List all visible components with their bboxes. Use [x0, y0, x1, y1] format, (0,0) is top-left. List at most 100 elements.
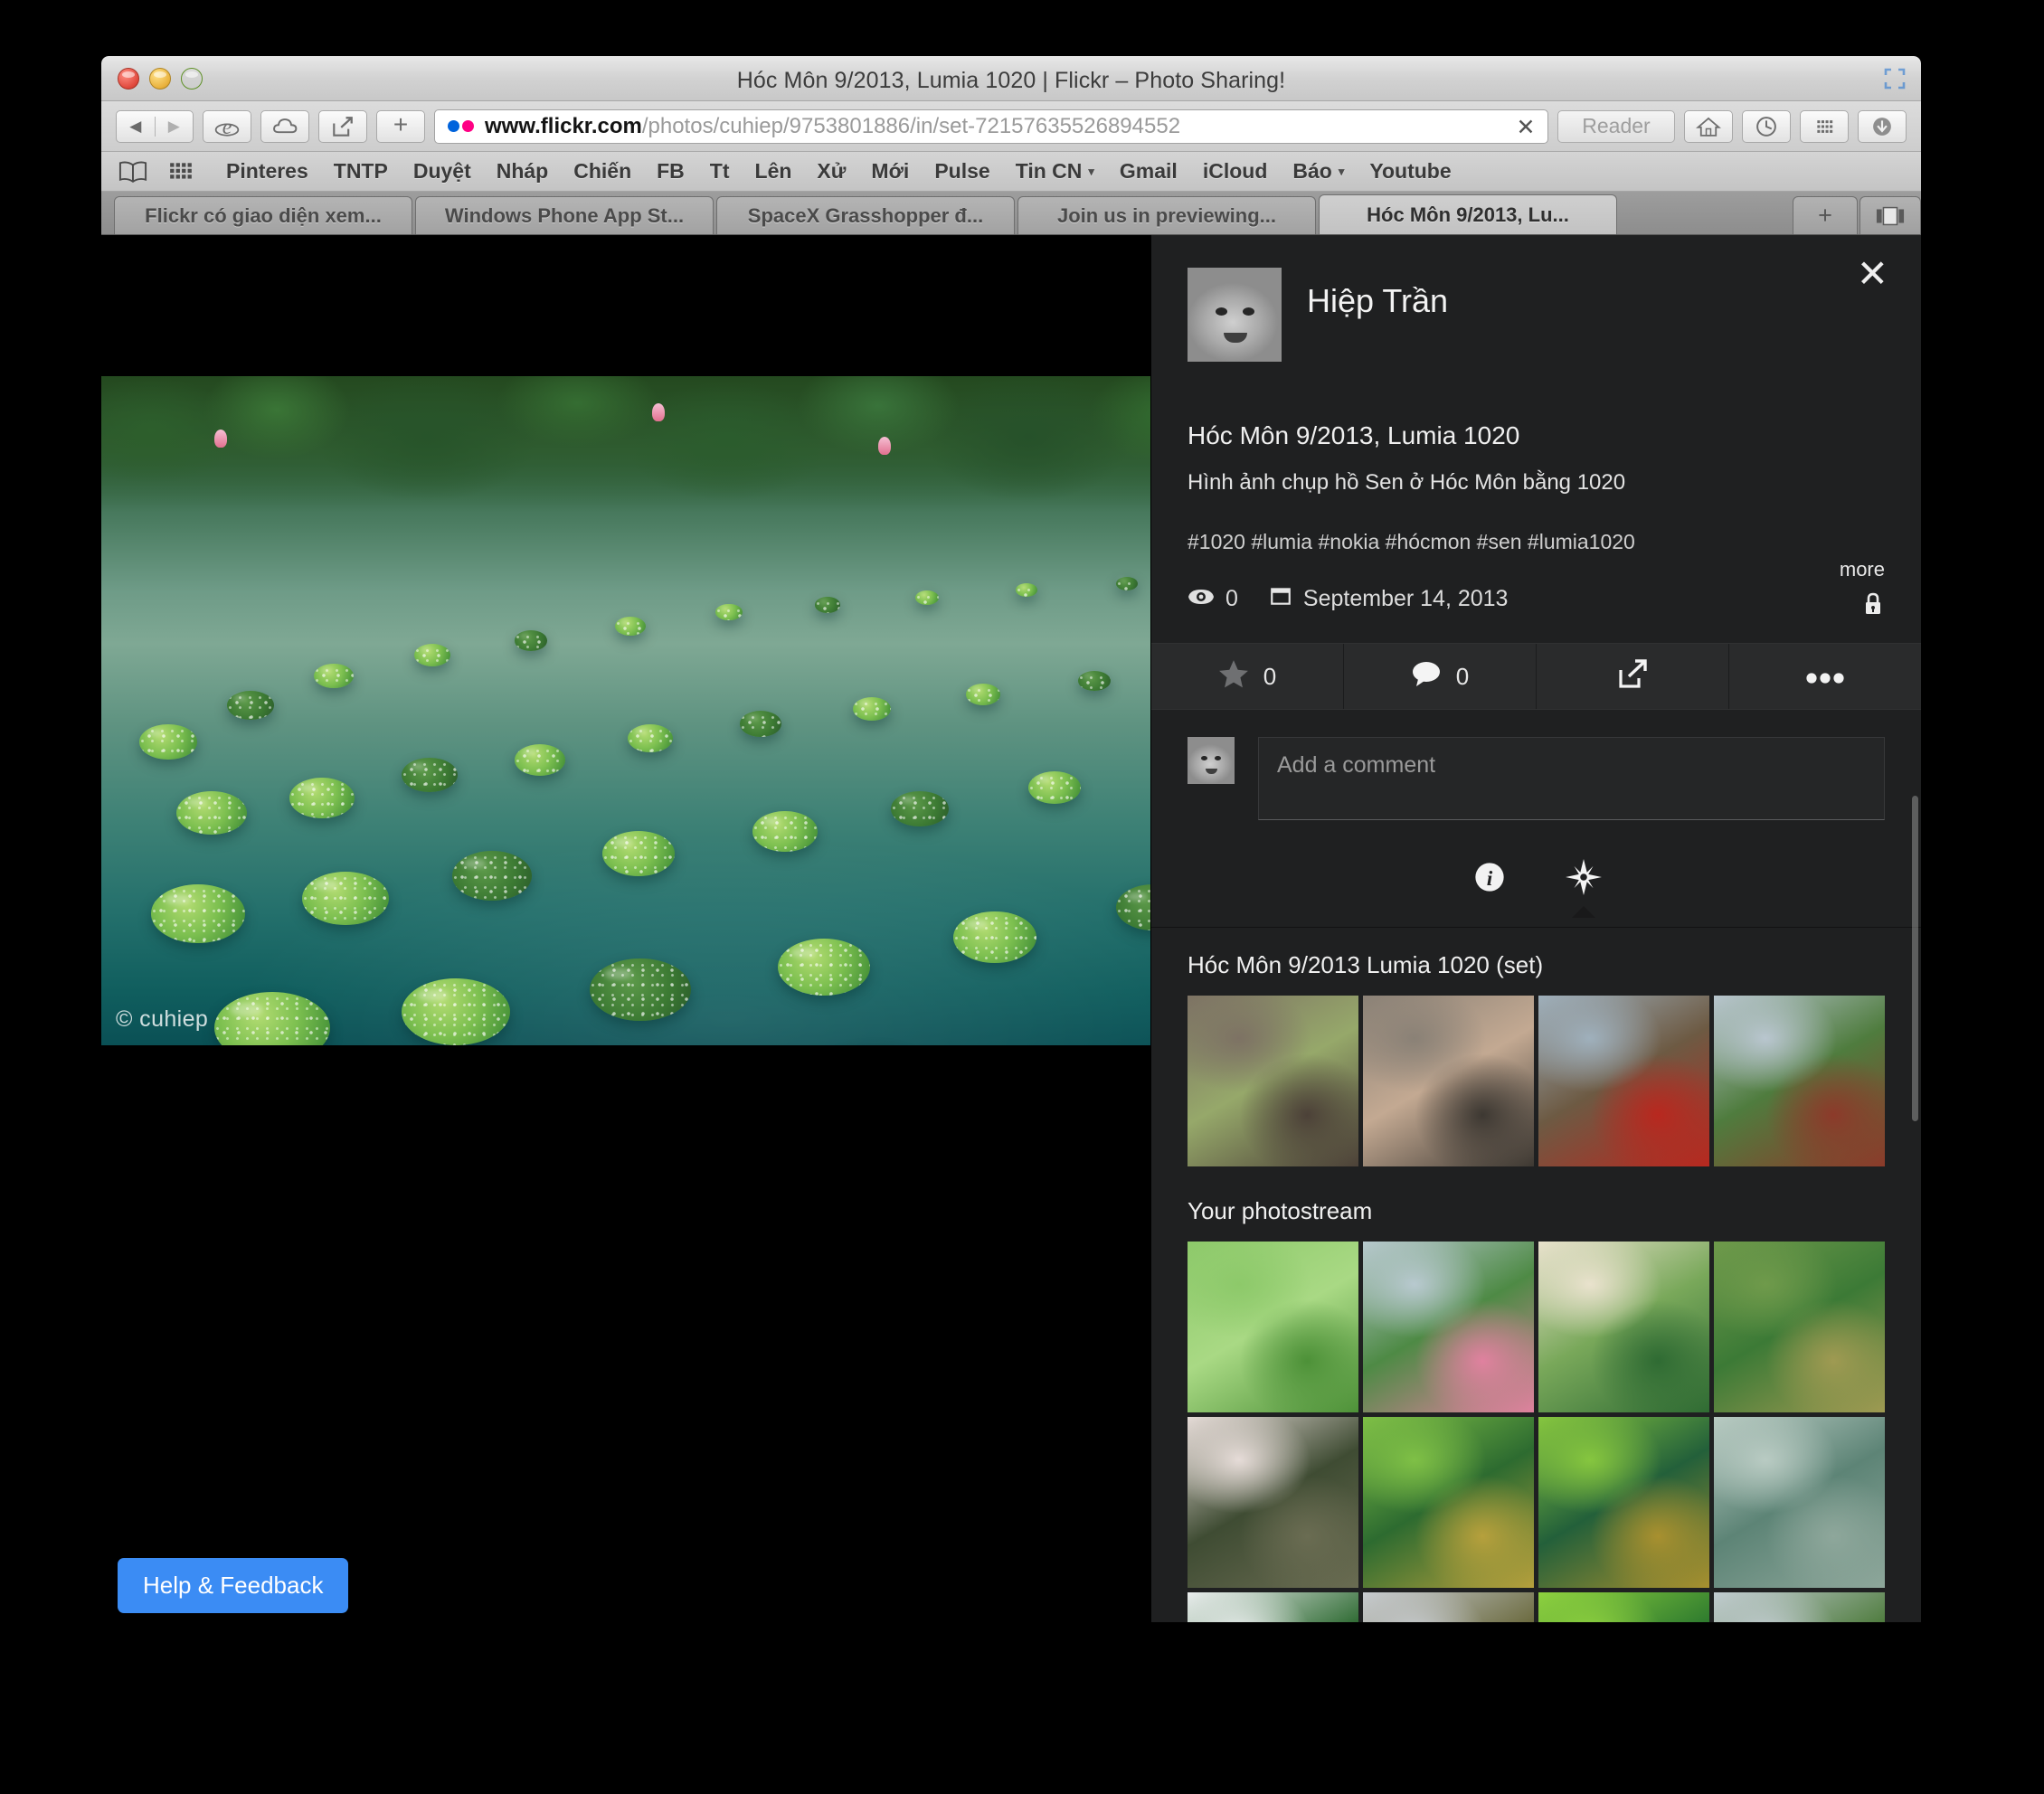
bookmarks-book-icon[interactable]: [118, 160, 148, 184]
share-icon[interactable]: [318, 109, 367, 143]
bookmark-xử[interactable]: Xử: [804, 159, 858, 184]
bookmark-youtube[interactable]: Youtube: [1357, 159, 1463, 184]
new-tab-button[interactable]: +: [1793, 196, 1858, 234]
lily-pad: [815, 597, 841, 613]
bookmark-tt[interactable]: Tt: [697, 159, 743, 184]
bookmark-báo[interactable]: Báo ▾: [1280, 159, 1357, 184]
address-bar[interactable]: www.flickr.com/photos/cuhiep/9753801886/…: [434, 109, 1548, 144]
thumb-bare-tree[interactable]: [1188, 1417, 1358, 1588]
window-title: Hóc Môn 9/2013, Lumia 1020 | Flickr – Ph…: [736, 68, 1286, 93]
thumb-grass-field[interactable]: [1188, 1242, 1358, 1412]
close-sidebar-button[interactable]: ✕: [1857, 255, 1888, 293]
thumb-red-tractor-2[interactable]: [1714, 996, 1885, 1166]
bookmark-pinteres[interactable]: Pinteres: [213, 159, 321, 184]
bookmark-tntp[interactable]: TNTP: [321, 159, 401, 184]
lily-pad: [1115, 577, 1138, 590]
browser-tab-3[interactable]: Join us in previewing...: [1017, 196, 1316, 234]
lily-pad: [1027, 770, 1081, 804]
bookmark-mới[interactable]: Mới: [858, 159, 922, 184]
top-sites-grid-icon[interactable]: [168, 160, 194, 184]
ie-browser-icon[interactable]: e: [203, 109, 251, 143]
share-button[interactable]: [1537, 644, 1729, 709]
photo-watermark: © cuhiep: [116, 1006, 209, 1032]
more-link[interactable]: more: [1840, 558, 1885, 581]
lily-pad: [777, 938, 870, 996]
favorite-button[interactable]: 0: [1151, 644, 1344, 709]
views-count: 0: [1225, 585, 1238, 611]
forward-icon[interactable]: ▶: [155, 118, 193, 136]
bookmark-tin-cn[interactable]: Tin CN ▾: [1003, 159, 1107, 184]
address-bar-text: www.flickr.com/photos/cuhiep/9753801886/…: [485, 114, 1180, 139]
add-bookmark-button[interactable]: +: [376, 109, 425, 143]
url-domain: www.flickr.com: [485, 113, 642, 138]
tab-info[interactable]: i: [1469, 856, 1510, 898]
history-clock-icon[interactable]: [1742, 109, 1791, 143]
bookmark-nháp[interactable]: Nháp: [484, 159, 562, 184]
help-feedback-button[interactable]: Help & Feedback: [118, 1558, 349, 1613]
stop-loading-icon[interactable]: ✕: [1513, 115, 1538, 140]
bookmark-pulse[interactable]: Pulse: [922, 159, 1002, 184]
bookmark-label: FB: [657, 159, 685, 183]
bookmark-fb[interactable]: FB: [644, 159, 697, 184]
more-actions-button[interactable]: [1729, 644, 1921, 709]
thumb-red-tractor-1[interactable]: [1538, 996, 1709, 1166]
sidebar-panel-tabs: i: [1151, 856, 1921, 912]
water-droplets: [777, 938, 870, 996]
bookmark-gmail[interactable]: Gmail: [1107, 159, 1190, 184]
lily-pad: [614, 617, 646, 637]
icloud-cloud-icon[interactable]: [260, 109, 309, 143]
fullscreen-icon[interactable]: [1883, 67, 1907, 90]
views-stat: 0: [1188, 586, 1238, 612]
lily-pad: [590, 958, 692, 1022]
owner-name[interactable]: Hiệp Trần: [1307, 268, 1448, 320]
star-icon: [1218, 659, 1249, 694]
tab-label: Flickr có giao diện xem...: [145, 203, 382, 227]
water-droplets: [226, 690, 274, 721]
bookmark-label: Lên: [754, 159, 792, 183]
sidebar-scrollbar[interactable]: [1912, 796, 1918, 1121]
downloads-icon[interactable]: [1858, 109, 1907, 143]
browser-tab-2[interactable]: SpaceX Grasshopper đ...: [716, 196, 1015, 234]
tab-overview-icon[interactable]: [1859, 196, 1921, 234]
photostream-section-title[interactable]: Your photostream: [1188, 1197, 1885, 1225]
thumb-pale-reeds[interactable]: [1714, 1417, 1885, 1588]
thumb-reeds-2[interactable]: [1363, 1417, 1534, 1588]
reader-button[interactable]: Reader: [1557, 109, 1675, 143]
thumb-reeds-1[interactable]: [1714, 1242, 1885, 1412]
lily-pad: [952, 911, 1036, 964]
add-comment-row: Add a comment: [1151, 710, 1921, 820]
water-droplets: [402, 978, 511, 1045]
lock-icon[interactable]: [1863, 592, 1883, 620]
chevron-down-icon: ▾: [1088, 164, 1094, 178]
nav-back-forward[interactable]: ◀ ▶: [116, 109, 194, 143]
thumb-reeds-3[interactable]: [1538, 1417, 1709, 1588]
back-icon[interactable]: ◀: [117, 118, 155, 136]
browser-tab-4[interactable]: Hóc Môn 9/2013, Lu...: [1319, 194, 1617, 234]
bookmark-label: TNTP: [333, 159, 388, 183]
bookmark-chiến[interactable]: Chiến: [561, 159, 644, 184]
bookmarks-bar: Pinteres TNTP Duyệt Nháp Chiến FB Tt Lên Xử Mới Pu…: [101, 152, 1921, 192]
tab-related[interactable]: [1563, 856, 1604, 898]
owner-avatar[interactable]: [1188, 268, 1282, 362]
thumb-lotus-bud[interactable]: [1363, 1242, 1534, 1412]
home-icon[interactable]: [1684, 109, 1733, 143]
comment-button[interactable]: 0: [1344, 644, 1537, 709]
bookmark-icloud[interactable]: iCloud: [1190, 159, 1281, 184]
bookmark-duyệt[interactable]: Duyệt: [401, 159, 484, 184]
water-droplets: [952, 911, 1036, 964]
top-sites-grid-icon[interactable]: [1800, 109, 1849, 143]
set-section-title[interactable]: Hóc Môn 9/2013 Lumia 1020 (set): [1188, 951, 1885, 979]
tab-label: Hóc Môn 9/2013, Lu...: [1367, 203, 1569, 226]
water-droplets: [890, 790, 949, 827]
page-content: © cuhiep Help & Feedback ✕ Hiệp Trần Hóc…: [101, 235, 1921, 1660]
bookmark-lên[interactable]: Lên: [743, 159, 805, 184]
browser-tab-1[interactable]: Windows Phone App St...: [415, 196, 714, 234]
thumb-muddy-feet-2[interactable]: [1363, 996, 1534, 1166]
thumb-lone-stalk[interactable]: [1538, 1242, 1709, 1412]
comment-input[interactable]: Add a comment: [1258, 737, 1885, 820]
photo-owner[interactable]: Hiệp Trần: [1188, 268, 1885, 362]
photo-date: September 14, 2013: [1302, 585, 1509, 611]
browser-tab-0[interactable]: Flickr có giao diện xem...: [114, 196, 412, 234]
photo-tags[interactable]: #1020 #lumia #nokia #hócmon #sen #lumia1…: [1188, 530, 1885, 554]
thumb-muddy-feet-1[interactable]: [1188, 996, 1358, 1166]
